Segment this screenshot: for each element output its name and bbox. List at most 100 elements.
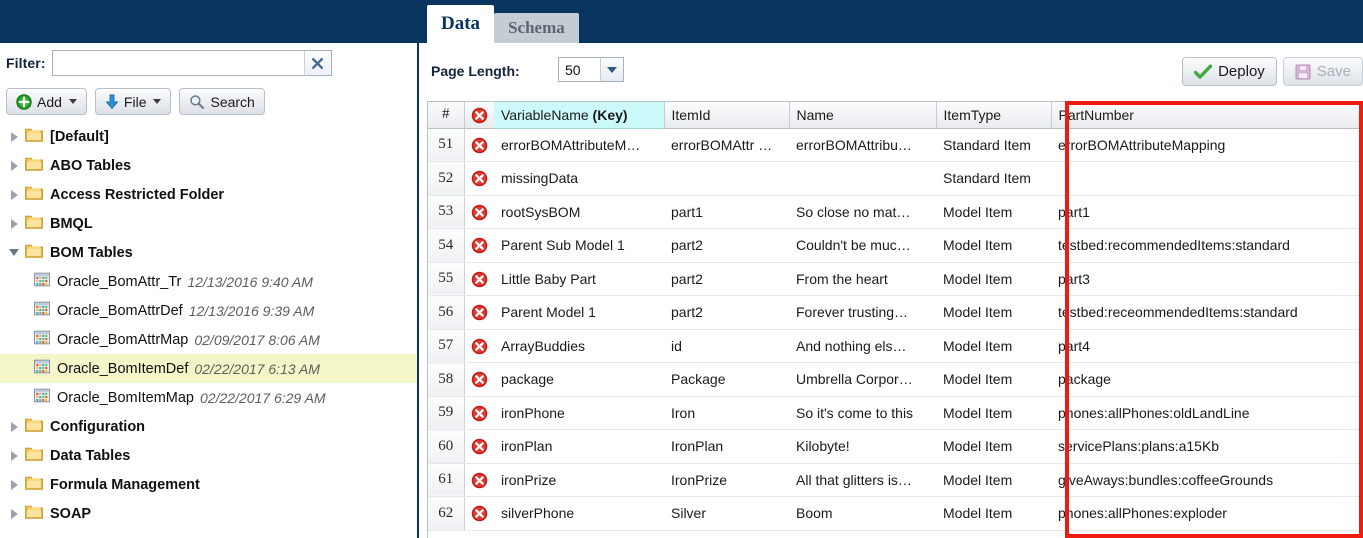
cell-itemtype[interactable]: Model Item (936, 228, 1051, 263)
tree-item-formula-management[interactable]: Formula Management (0, 470, 417, 499)
cell-itemid[interactable]: IronPlan (664, 429, 789, 464)
cell-rownum[interactable]: 62 (428, 496, 465, 531)
cell-partnumber[interactable]: giveAways:bundles:coffeeGrounds (1051, 463, 1363, 497)
tree-item-access-restricted-folder[interactable]: Access Restricted Folder (0, 180, 417, 209)
cell-itemtype[interactable]: Model Item (936, 195, 1051, 229)
cell-partnumber[interactable]: part1 (1051, 195, 1363, 229)
table-row[interactable]: 60 ironPlan IronPlan Kilobyte! Model Item ser… (428, 429, 1363, 464)
tree-item-oracle-bomattrmap[interactable]: Oracle_BomAttrMap 02/09/2017 8:06 AM (0, 325, 417, 354)
cell-itemid[interactable]: part1 (664, 195, 789, 229)
triangle-right-icon[interactable] (6, 421, 22, 432)
table-row[interactable]: 51 errorBOMAttributeM… errorBOMAttr … error… (428, 128, 1363, 162)
row-error-icon[interactable] (464, 463, 494, 497)
triangle-right-icon[interactable] (6, 218, 22, 229)
cell-name[interactable]: Boom (789, 496, 936, 531)
cell-rownum[interactable]: 54 (428, 228, 465, 263)
cell-name[interactable]: From the heart (789, 262, 936, 296)
tree-item-soap[interactable]: SOAP (0, 499, 417, 528)
triangle-right-icon[interactable] (6, 189, 22, 200)
cell-rownum[interactable]: 61 (428, 463, 465, 497)
cell-partnumber[interactable]: part4 (1051, 329, 1363, 363)
column-header-name[interactable]: Name (789, 102, 937, 129)
row-error-icon[interactable] (464, 128, 494, 162)
cell-itemid[interactable]: Iron (664, 396, 789, 430)
triangle-right-icon[interactable] (6, 160, 22, 171)
cell-rownum[interactable]: 52 (428, 161, 465, 196)
table-row[interactable]: 58 package Package Umbrella Corpor… Model It… (428, 362, 1363, 397)
tree-item-oracle-bomattrdef[interactable]: Oracle_BomAttrDef 12/13/2016 9:39 AM (0, 296, 417, 325)
cell-variablename[interactable]: ironPlan (494, 429, 664, 464)
tree-item-oracle-bomattr-tr[interactable]: Oracle_BomAttr_Tr 12/13/2016 9:40 AM (0, 267, 417, 296)
cell-variablename[interactable]: Parent Sub Model 1 (494, 228, 664, 263)
cell-itemid[interactable]: errorBOMAttr … (664, 128, 789, 162)
table-row[interactable]: 61 ironPrize IronPrize All that glitters is… (428, 463, 1363, 497)
filter-input-wrap[interactable] (51, 50, 332, 76)
cell-variablename[interactable]: ironPrize (494, 463, 664, 497)
cell-variablename[interactable]: missingData (494, 161, 664, 196)
cell-rownum[interactable]: 59 (428, 396, 465, 430)
cell-partnumber[interactable]: servicePlans:plans:a15Kb (1051, 429, 1363, 464)
cell-itemtype[interactable]: Model Item (936, 362, 1051, 397)
cell-name[interactable]: Forever trusting… (789, 295, 936, 330)
column-header-partnumber[interactable]: PartNumber (1051, 102, 1363, 129)
cell-itemtype[interactable]: Model Item (936, 329, 1051, 363)
cell-itemtype[interactable]: Standard Item (936, 161, 1051, 196)
cell-variablename[interactable]: Little Baby Part (494, 262, 664, 296)
cell-rownum[interactable]: 55 (428, 262, 465, 296)
row-error-icon[interactable] (464, 262, 494, 296)
save-button[interactable]: Save (1282, 57, 1363, 86)
red-error-circle-icon[interactable] (471, 505, 488, 522)
cell-variablename[interactable]: ArrayBuddies (494, 329, 664, 363)
red-error-circle-icon[interactable] (471, 107, 488, 124)
cell-partnumber[interactable] (1051, 161, 1363, 196)
row-error-icon[interactable] (464, 429, 494, 464)
tree-item-bom-tables[interactable]: BOM Tables (0, 238, 417, 267)
table-row[interactable]: 62 silverPhone Silver Boom Model Item phones:… (428, 496, 1363, 531)
cell-rownum[interactable]: 56 (428, 295, 465, 330)
cell-name[interactable]: So it's come to this (789, 396, 936, 430)
cell-name[interactable]: All that glitters is… (789, 463, 936, 497)
table-row[interactable]: 57 ArrayBuddies id And nothing els… Model It… (428, 329, 1363, 363)
red-error-circle-icon[interactable] (471, 304, 488, 321)
cell-itemid[interactable] (664, 161, 789, 196)
column-header-error[interactable] (464, 102, 494, 129)
cell-itemtype[interactable]: Model Item (936, 295, 1051, 330)
cell-name[interactable]: errorBOMAttribu… (789, 128, 936, 162)
tree-item-default[interactable]: [Default] (0, 122, 417, 151)
cell-itemid[interactable]: id (664, 329, 789, 363)
cell-partnumber[interactable]: phones:allPhones:exploder (1051, 496, 1363, 531)
triangle-right-icon[interactable] (6, 131, 22, 142)
cell-itemid[interactable]: Package (664, 362, 789, 397)
tree-item-data-tables[interactable]: Data Tables (0, 441, 417, 470)
cell-itemtype[interactable]: Model Item (936, 463, 1051, 497)
row-error-icon[interactable] (464, 329, 494, 363)
triangle-right-icon[interactable] (6, 508, 22, 519)
row-error-icon[interactable] (464, 295, 494, 330)
row-error-icon[interactable] (464, 496, 494, 531)
cell-itemid[interactable]: IronPrize (664, 463, 789, 497)
chevron-down-icon[interactable] (600, 58, 623, 81)
cell-rownum[interactable]: 53 (428, 195, 465, 229)
filter-clear-button[interactable] (303, 51, 331, 75)
tab-schema[interactable]: Schema (494, 13, 579, 43)
page-length-select[interactable]: 50 (558, 57, 624, 82)
cell-itemtype[interactable]: Model Item (936, 429, 1051, 464)
column-header-variablename[interactable]: VariableName (Key) (494, 102, 665, 129)
cell-partnumber[interactable]: testbed:recommendedItems:standard (1051, 228, 1363, 263)
cell-variablename[interactable]: Parent Model 1 (494, 295, 664, 330)
red-error-circle-icon[interactable] (471, 204, 488, 221)
row-error-icon[interactable] (464, 362, 494, 397)
red-error-circle-icon[interactable] (471, 438, 488, 455)
cell-name[interactable]: And nothing els… (789, 329, 936, 363)
data-grid-container[interactable]: # VariableName (Key) ItemId Name ItemType Par… (427, 101, 1363, 538)
red-error-circle-icon[interactable] (471, 338, 488, 355)
red-error-circle-icon[interactable] (471, 237, 488, 254)
cell-name[interactable]: Kilobyte! (789, 429, 936, 464)
cell-variablename[interactable]: package (494, 362, 664, 397)
triangle-right-icon[interactable] (6, 479, 22, 490)
cell-name[interactable]: Couldn't be muc… (789, 228, 936, 263)
tree-item-oracle-bomitemmap[interactable]: Oracle_BomItemMap 02/22/2017 6:29 AM (0, 383, 417, 412)
cell-itemtype[interactable]: Model Item (936, 262, 1051, 296)
cell-variablename[interactable]: rootSysBOM (494, 195, 664, 229)
cell-itemid[interactable]: part2 (664, 295, 789, 330)
